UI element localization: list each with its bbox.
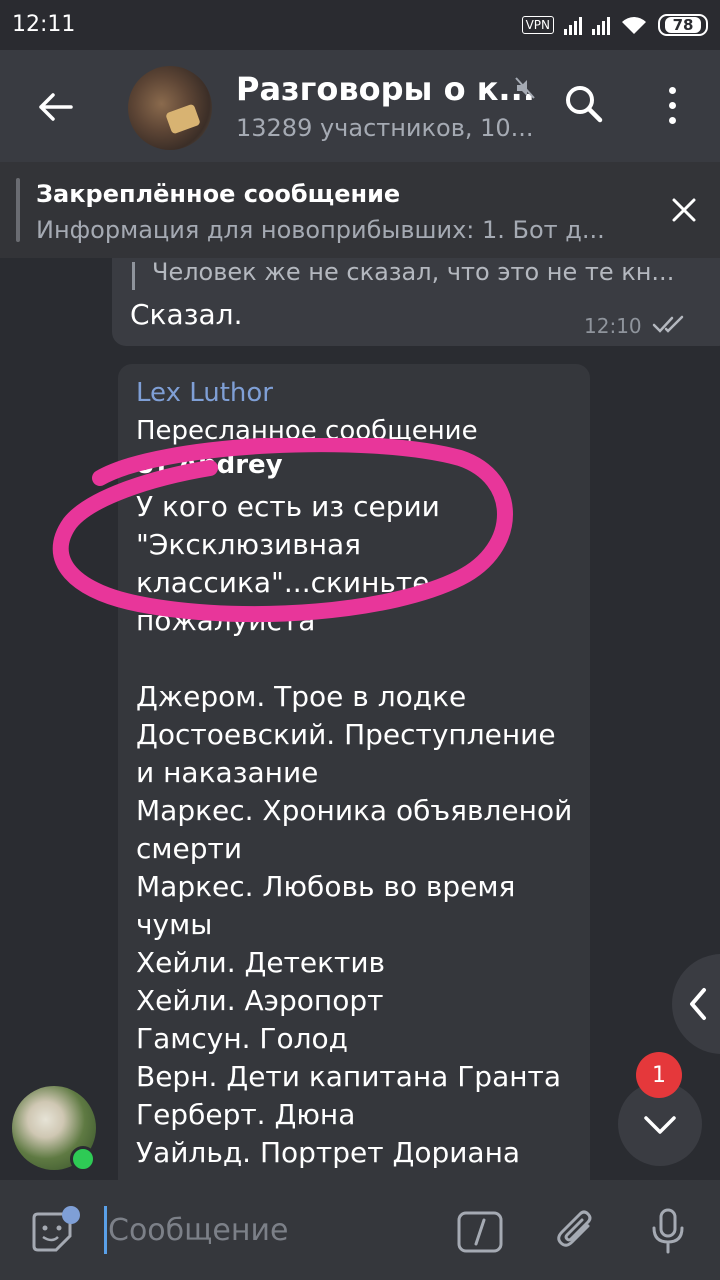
microphone-icon[interactable] xyxy=(648,1206,688,1256)
annotation-circle xyxy=(52,438,513,623)
text-caret xyxy=(104,1206,107,1254)
reply-indicator xyxy=(132,262,135,290)
message-text: Сказал. xyxy=(130,298,243,331)
outgoing-message[interactable]: Человек же не сказал, что это не те кн..… xyxy=(112,258,720,346)
pinned-text: Информация для новоприбывших: 1. Бот д..… xyxy=(36,216,605,244)
message-time: 12:10 xyxy=(584,314,642,338)
vpn-indicator: VPN xyxy=(521,16,554,34)
back-button[interactable] xyxy=(30,82,80,132)
online-indicator xyxy=(70,1146,96,1172)
message-input[interactable] xyxy=(108,1206,428,1254)
attach-icon[interactable] xyxy=(552,1206,600,1256)
chat-title[interactable]: Разговоры о к... xyxy=(236,70,535,108)
battery-level: 78 xyxy=(664,17,702,33)
message-list[interactable]: Человек же не сказал, что это не те кн..… xyxy=(0,258,720,1180)
composer xyxy=(0,1180,720,1280)
chat-subtitle: 13289 участников, 10... xyxy=(236,114,534,142)
sticker-new-dot xyxy=(62,1206,80,1224)
sender-name[interactable]: Lex Luthor xyxy=(136,378,273,408)
signal-icon-2 xyxy=(592,15,610,35)
chevron-down-icon xyxy=(644,1116,676,1134)
mute-icon xyxy=(515,77,535,99)
bot-command-icon[interactable] xyxy=(456,1210,504,1254)
reply-preview[interactable]: Человек же не сказал, что это не те кн..… xyxy=(152,258,674,286)
pinned-message-bar[interactable]: Закреплённое сообщение Информация для но… xyxy=(0,162,720,258)
search-icon[interactable] xyxy=(560,80,610,130)
close-icon[interactable] xyxy=(662,188,706,232)
chat-header: Разговоры о к... 13289 участников, 10... xyxy=(0,50,720,162)
back-arrow-icon xyxy=(39,93,73,121)
battery-indicator: 78 xyxy=(658,14,708,36)
chat-avatar[interactable] xyxy=(128,66,212,150)
side-expand-button[interactable] xyxy=(672,954,720,1054)
pinned-title: Закреплённое сообщение xyxy=(36,180,401,208)
more-menu-button[interactable] xyxy=(650,80,694,130)
status-time: 12:11 xyxy=(12,12,76,37)
read-checks-icon xyxy=(652,315,684,333)
pinned-indicator xyxy=(16,178,20,242)
status-bar: 12:11 VPN 78 xyxy=(0,0,720,50)
signal-icon xyxy=(564,15,582,35)
unread-badge: 1 xyxy=(636,1052,682,1098)
wifi-icon xyxy=(622,17,646,34)
chevron-left-icon xyxy=(690,988,706,1020)
